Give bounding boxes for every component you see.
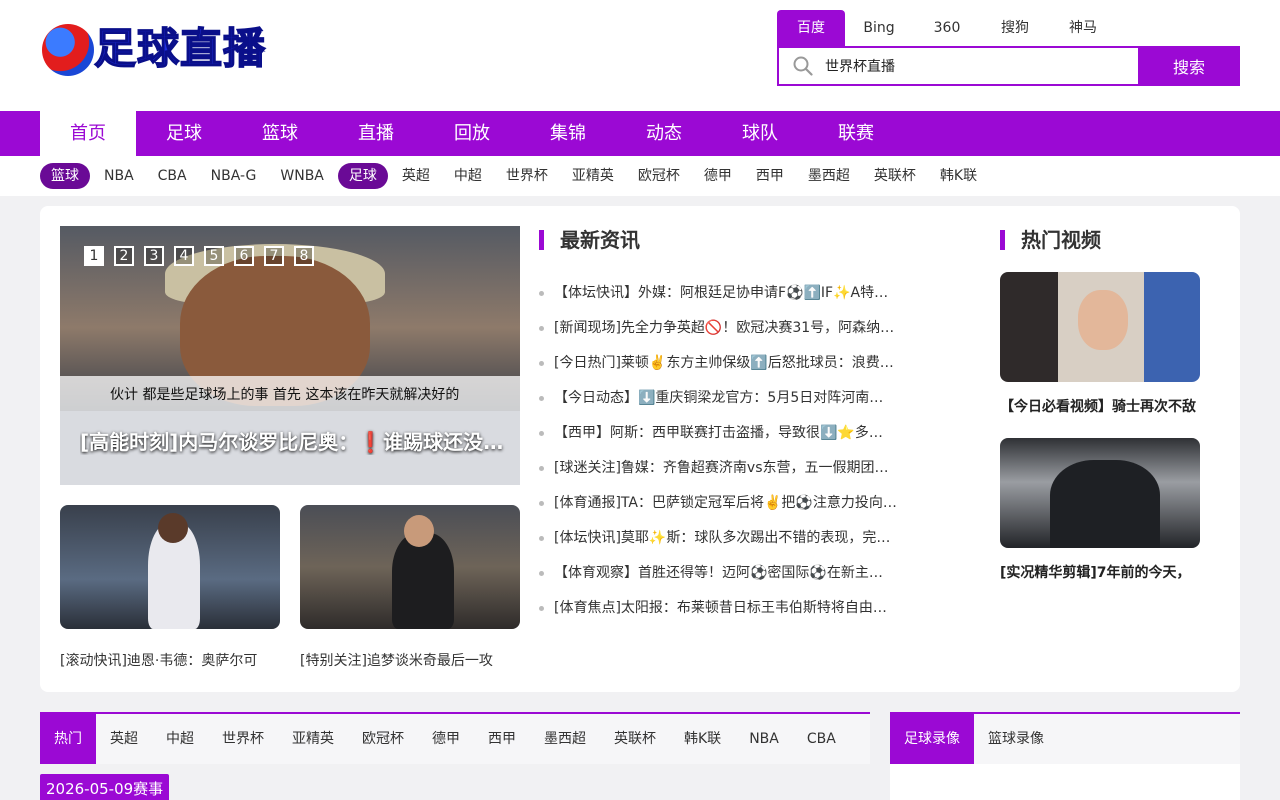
slider-dot[interactable]: 7 — [264, 246, 284, 266]
search-icon — [793, 56, 813, 76]
news-item[interactable]: [体育通报]TA：巴萨锁定冠军后将✌️把⚽注意力投向… — [539, 486, 919, 521]
news-thumbnail[interactable] — [60, 505, 280, 629]
hot-videos-title: 热门视频 — [1000, 230, 1101, 250]
subnav-world-cup[interactable]: 世界杯 — [496, 163, 558, 189]
subnav-laliga[interactable]: 西甲 — [746, 163, 794, 189]
site-logo[interactable]: 足球直播 — [42, 20, 268, 78]
nav-basketball[interactable]: 篮球 — [232, 111, 328, 156]
slider-dot[interactable]: 8 — [294, 246, 314, 266]
replay-tabs: 足球录像 篮球录像 — [890, 712, 1240, 764]
news-item[interactable]: [新闻现场]先全力争英超🚫！欧冠决赛31号，阿森纳… — [539, 311, 919, 346]
nav-highlights[interactable]: 集锦 — [520, 111, 616, 156]
replay-list — [890, 764, 1240, 800]
subnav-wnba[interactable]: WNBA — [270, 163, 334, 189]
search-box: 搜索 — [777, 46, 1240, 86]
news-item[interactable]: [今日热门]莱顿✌️东方主帅保级⬆️后怒批球员：浪费… — [539, 346, 919, 381]
search-input[interactable] — [825, 48, 1135, 84]
presenter-face — [1078, 290, 1128, 350]
league-tabs: 热门 英超 中超 世界杯 亚精英 欧冠杯 德甲 西甲 墨西超 英联杯 韩K联 N… — [40, 712, 870, 764]
search-engine-shenma[interactable]: 神马 — [1049, 10, 1117, 46]
search-engine-bing[interactable]: Bing — [845, 10, 913, 46]
header: 足球直播 百度 Bing 360 搜狗 神马 搜索 — [0, 0, 1280, 111]
tab-premier-league[interactable]: 英超 — [96, 714, 152, 764]
nav-home[interactable]: 首页 — [40, 111, 136, 156]
slider-subtitle: 伙计 都是些足球场上的事 首先 这本该在昨天就解决好的 — [110, 387, 460, 403]
latest-news-list: 【体坛快讯】外媒：阿根廷足协申请F⚽⬆️IF✨A特… [新闻现场]先全力争英超🚫… — [539, 276, 919, 626]
search-engine-tabs: 百度 Bing 360 搜狗 神马 — [777, 10, 1117, 46]
subnav-premier-league[interactable]: 英超 — [392, 163, 440, 189]
match-date-badge: 2026-05-09赛事 — [40, 774, 170, 800]
tab-football-replay[interactable]: 足球录像 — [890, 714, 974, 764]
slider-dot[interactable]: 3 — [144, 246, 164, 266]
slider-dot[interactable]: 6 — [234, 246, 254, 266]
nav-teams[interactable]: 球队 — [712, 111, 808, 156]
tab-liga-mx[interactable]: 墨西超 — [530, 714, 600, 764]
tab-k-league[interactable]: 韩K联 — [670, 714, 735, 764]
basketball-logo-icon — [42, 24, 94, 76]
tab-csl[interactable]: 中超 — [152, 714, 208, 764]
search-engine-360[interactable]: 360 — [913, 10, 981, 46]
tab-efl-cup[interactable]: 英联杯 — [600, 714, 670, 764]
tab-hot[interactable]: 热门 — [40, 714, 96, 764]
news-thumbnail[interactable] — [300, 505, 520, 629]
slider-title[interactable]: [高能时刻]内马尔谈罗比尼奥：❗谁踢球还没打过… — [80, 426, 510, 455]
slider-dot[interactable]: 1 — [84, 246, 104, 266]
news-item[interactable]: 【今日动态】⬇️重庆铜梁龙官方：5月5日对阵河南… — [539, 381, 919, 416]
video-thumbnail[interactable] — [1000, 272, 1200, 382]
subnav-bundesliga[interactable]: 德甲 — [694, 163, 742, 189]
video-caption[interactable]: 【今日必看视频】骑士再次不敌 — [1000, 396, 1196, 416]
subnav-champions-league[interactable]: 欧冠杯 — [628, 163, 690, 189]
slider-pagination: 1 2 3 4 5 6 7 8 — [84, 246, 324, 266]
nav-leagues[interactable]: 联赛 — [808, 111, 904, 156]
sub-nav: 篮球 NBA CBA NBA-G WNBA 足球 英超 中超 世界杯 亚精英 欧… — [0, 156, 1280, 196]
video-caption[interactable]: [实况精华剪辑]7年前的今天， — [1000, 562, 1191, 582]
nav-football[interactable]: 足球 — [136, 111, 232, 156]
search-engine-baidu[interactable]: 百度 — [777, 10, 845, 46]
tab-bundesliga[interactable]: 德甲 — [418, 714, 474, 764]
subnav-afc-elite[interactable]: 亚精英 — [562, 163, 624, 189]
news-item[interactable]: 【体坛快讯】外媒：阿根廷足协申请F⚽⬆️IF✨A特… — [539, 276, 919, 311]
main-nav: 首页 足球 篮球 直播 回放 集锦 动态 球队 联赛 — [0, 111, 1280, 156]
thumbnail-caption[interactable]: [滚动快讯]迪恩·韦德：奥萨尔可 — [60, 650, 257, 670]
nav-live[interactable]: 直播 — [328, 111, 424, 156]
subnav-nba-g[interactable]: NBA-G — [201, 163, 267, 189]
subnav-football-category[interactable]: 足球 — [337, 163, 388, 189]
subnav-nba[interactable]: NBA — [94, 163, 144, 189]
news-item[interactable]: 【体育观察】首胜还得等！迈阿⚽密国际⚽在新主… — [539, 556, 919, 591]
nav-news[interactable]: 动态 — [616, 111, 712, 156]
content-panel: 伙计 都是些足球场上的事 首先 这本该在昨天就解决好的 1 2 3 4 5 6 … — [40, 206, 1240, 692]
tab-nba[interactable]: NBA — [735, 714, 793, 764]
nav-replay[interactable]: 回放 — [424, 111, 520, 156]
search-engine-sogou[interactable]: 搜狗 — [981, 10, 1049, 46]
slider-dot[interactable]: 2 — [114, 246, 134, 266]
latest-news-title: 最新资讯 — [539, 230, 640, 250]
news-item[interactable]: 【西甲】阿斯：西甲联赛打击盗播，导致很⬇️⭐多… — [539, 416, 919, 451]
tab-basketball-replay[interactable]: 篮球录像 — [974, 714, 1058, 764]
tab-afc-elite[interactable]: 亚精英 — [278, 714, 348, 764]
player-head — [158, 513, 188, 543]
subnav-csl[interactable]: 中超 — [444, 163, 492, 189]
slider-dot[interactable]: 5 — [204, 246, 224, 266]
news-item[interactable]: [体育焦点]太阳报：布莱顿昔日标王韦伯斯特将自由… — [539, 591, 919, 626]
subnav-k-league[interactable]: 韩K联 — [930, 163, 987, 189]
news-item[interactable]: [体坛快讯]莫耶✨斯：球队多次踢出不错的表现，完… — [539, 521, 919, 556]
coach-figure — [1050, 460, 1160, 548]
subnav-basketball-category[interactable]: 篮球 — [40, 163, 90, 189]
tab-cba[interactable]: CBA — [793, 714, 850, 764]
tab-champions-league[interactable]: 欧冠杯 — [348, 714, 418, 764]
tab-laliga[interactable]: 西甲 — [474, 714, 530, 764]
coach-figure — [392, 533, 454, 629]
news-item[interactable]: [球迷关注]鲁媒：齐鲁超赛济南vs东营，五一假期团… — [539, 451, 919, 486]
search-button[interactable]: 搜索 — [1138, 46, 1240, 86]
subnav-liga-mx[interactable]: 墨西超 — [798, 163, 860, 189]
thumbnail-caption[interactable]: [特别关注]追梦谈米奇最后一攻 — [300, 650, 493, 670]
slider-dot[interactable]: 4 — [174, 246, 194, 266]
tab-world-cup[interactable]: 世界杯 — [208, 714, 278, 764]
coach-head — [404, 515, 434, 547]
subnav-efl-cup[interactable]: 英联杯 — [864, 163, 926, 189]
subnav-cba[interactable]: CBA — [148, 163, 197, 189]
logo-text: 足球直播 — [93, 23, 267, 74]
featured-slider[interactable]: 伙计 都是些足球场上的事 首先 这本该在昨天就解决好的 1 2 3 4 5 6 … — [60, 226, 520, 485]
video-thumbnail[interactable] — [1000, 438, 1200, 548]
